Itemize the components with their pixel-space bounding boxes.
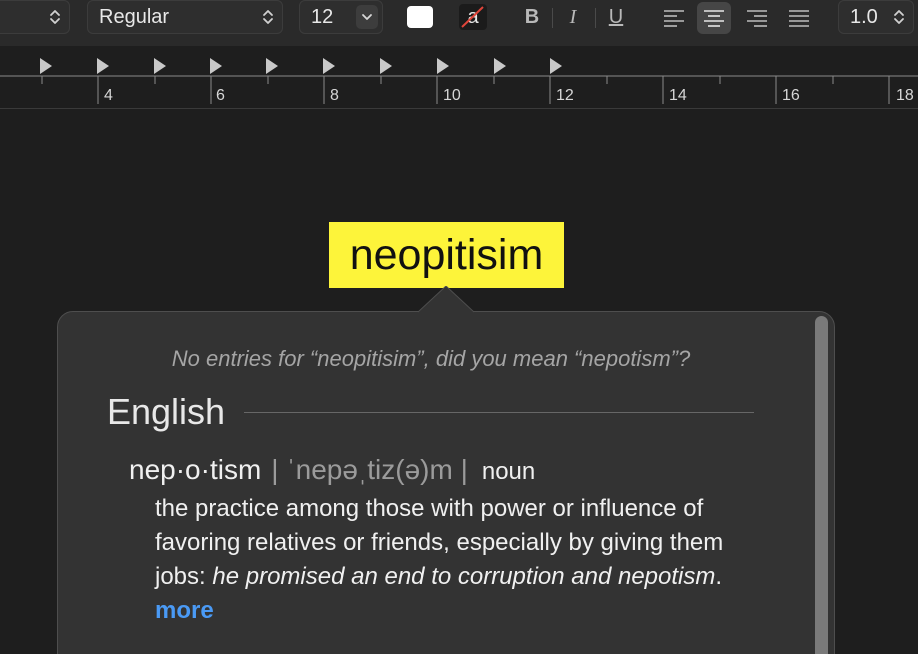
pages-window: Regular 12 a B I U — [0, 0, 918, 654]
popover-arrow — [418, 286, 474, 313]
chevron-down-icon[interactable] — [356, 5, 378, 29]
ruler-label: 10 — [443, 87, 461, 104]
section-divider — [244, 412, 754, 413]
up-down-chevron-icon — [260, 1, 276, 33]
no-color-slash-icon — [461, 6, 484, 28]
ruler-label: 12 — [556, 87, 574, 104]
line-spacing-select[interactable]: 1.0 — [838, 0, 914, 34]
font-style-select[interactable]: Regular — [87, 0, 283, 34]
no-entries-message: No entries for “neopitisim”, did you mea… — [171, 346, 691, 371]
dictionary-section-title: English — [107, 391, 226, 432]
align-right-button[interactable] — [740, 2, 774, 34]
ruler[interactable]: 4 6 8 10 12 14 16 18 — [0, 46, 918, 109]
font-family-select[interactable] — [0, 0, 70, 34]
align-center-button[interactable] — [697, 2, 731, 34]
bold-button[interactable]: B — [518, 3, 546, 31]
text-color-swatch[interactable] — [407, 6, 433, 28]
align-left-icon — [664, 10, 684, 27]
italic-button[interactable]: I — [559, 3, 587, 31]
ruler-label: 4 — [104, 87, 113, 104]
part-of-speech: noun — [481, 458, 536, 485]
format-toolbar: Regular 12 a B I U — [0, 0, 918, 46]
pronunciation: | ˈnepəˌtiz(ə)m | — [271, 454, 468, 485]
underline-button[interactable]: U — [602, 3, 630, 31]
ruler-label: 8 — [330, 87, 339, 104]
line-spacing-value: 1.0 — [850, 6, 878, 28]
font-size-select[interactable]: 12 — [299, 0, 383, 34]
justify-icon — [789, 10, 809, 27]
align-center-icon — [704, 10, 724, 27]
ruler-label: 14 — [669, 87, 687, 104]
entry-header: nep·o·tism | ˈnepəˌtiz(ə)m | noun — [129, 452, 535, 493]
up-down-chevron-icon — [891, 1, 907, 33]
headword: nep·o·tism — [129, 454, 262, 485]
font-size-value: 12 — [311, 6, 334, 28]
ruler-label: 6 — [216, 87, 225, 104]
font-style-value: Regular — [99, 6, 170, 28]
highlight-color-button[interactable]: a — [459, 4, 487, 30]
align-right-icon — [747, 10, 767, 27]
example-period: . — [715, 563, 723, 590]
ruler-label: 18 — [896, 87, 914, 104]
toolbar-divider — [595, 8, 596, 28]
tab-stop-markers — [40, 58, 562, 74]
highlighted-document-word[interactable]: neopitisim — [329, 222, 564, 288]
more-link[interactable]: more — [155, 597, 214, 624]
ruler-label: 16 — [782, 87, 800, 104]
toolbar-divider — [552, 8, 553, 28]
align-left-button[interactable] — [657, 2, 691, 34]
justify-button[interactable] — [782, 2, 816, 34]
usage-example: he promised an end to corruption and nep… — [212, 563, 716, 590]
up-down-chevron-icon — [47, 1, 63, 33]
definition: the practice among those with power or i… — [155, 492, 735, 628]
